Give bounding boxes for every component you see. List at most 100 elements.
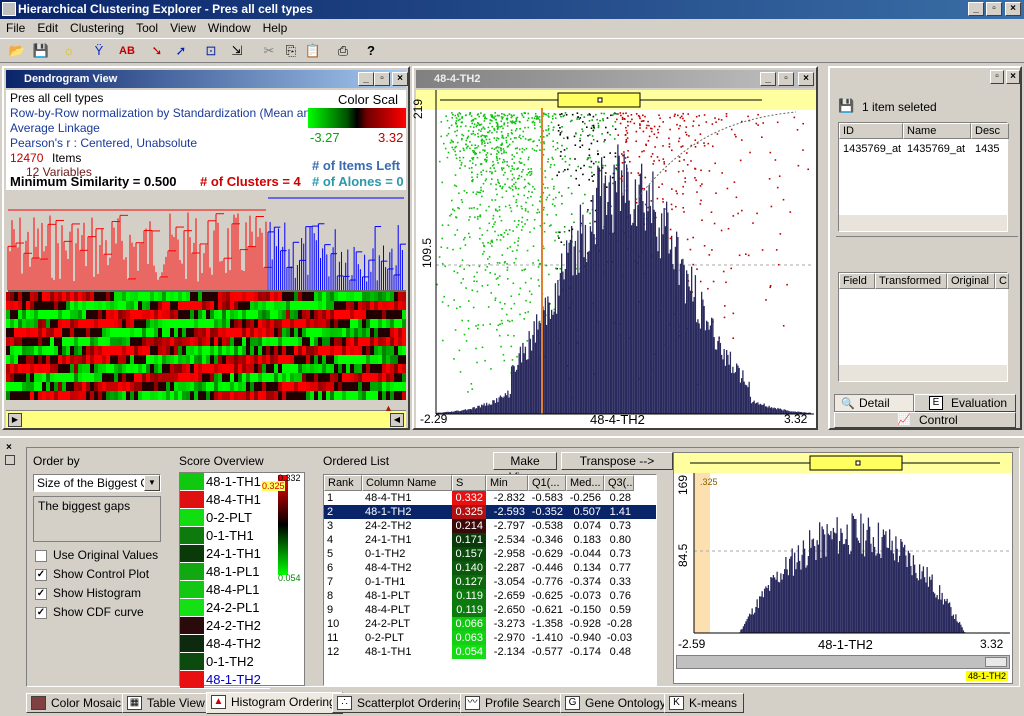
score-item[interactable]: 48-1-PL1: [180, 563, 270, 581]
ordered-row[interactable]: 3 24-2-TH2 0.214 -2.797 -0.538 0.074 0.73: [324, 519, 656, 533]
show-cdf-checkbox[interactable]: ✓: [35, 606, 47, 619]
menu-window[interactable]: Window: [202, 21, 257, 35]
maximize-button[interactable]: ▫: [986, 2, 1002, 16]
score-item[interactable]: 48-1-TH2: [180, 671, 270, 689]
bottom-restore-icon[interactable]: [5, 455, 15, 465]
tab-scatterplot-ordering[interactable]: ∴ Scatterplot Ordering: [332, 693, 472, 713]
score-item[interactable]: 0-2-PLT: [180, 509, 270, 527]
detail-restore-button[interactable]: ▫: [990, 70, 1004, 84]
col-field[interactable]: Field: [839, 273, 875, 289]
make-views-button[interactable]: Make Views: [493, 452, 557, 484]
scroll-right-button[interactable]: ◀: [390, 413, 404, 427]
tab-color-mosaic[interactable]: Color Mosaic: [26, 693, 129, 713]
dendro-close-button[interactable]: ×: [392, 72, 408, 86]
show-cdf-option[interactable]: ✓ Show CDF curve: [35, 605, 144, 619]
print-icon[interactable]: ⎙: [332, 41, 354, 61]
ordered-row[interactable]: 2 48-1-TH2 0.325 -2.593 -0.352 0.507 1.41: [324, 505, 656, 519]
score-item[interactable]: 0-1-TH1: [180, 527, 270, 545]
bhist-slider[interactable]: [676, 655, 1010, 669]
ordered-col-header[interactable]: Q3(...: [604, 475, 634, 491]
histo-close-button[interactable]: ×: [798, 72, 814, 86]
dendrogram-icon[interactable]: Ϋ: [88, 41, 110, 61]
menu-help[interactable]: Help: [257, 21, 294, 35]
dendro-scrollbar[interactable]: ▶ ◀ ▲: [6, 403, 406, 428]
minimize-button[interactable]: _: [968, 2, 984, 16]
scroll-left-button[interactable]: ▶: [8, 413, 22, 427]
ordered-col-header[interactable]: Med...: [566, 475, 604, 491]
menu-view[interactable]: View: [164, 21, 202, 35]
dendro-maximize-button[interactable]: ▫: [374, 72, 390, 86]
score-overview[interactable]: 48-1-TH1 48-4-TH1 0-2-PLT 0-1-TH1 24-1-TH1 48…: [179, 472, 305, 689]
detail-table[interactable]: ID Name Desc 1435769_at 1435769_at 1435: [838, 122, 1009, 232]
col-id[interactable]: ID: [839, 123, 903, 139]
show-control-plot-option[interactable]: ✓ Show Control Plot: [35, 567, 149, 581]
ordered-row[interactable]: 10 24-2-PLT 0.066 -3.273 -1.358 -0.928 -0.28: [324, 617, 656, 631]
use-original-values-option[interactable]: Use Original Values: [35, 548, 158, 562]
tab-control[interactable]: 📈 Control: [834, 412, 1016, 428]
show-control-plot-checkbox[interactable]: ✓: [35, 568, 47, 581]
chevron-down-icon[interactable]: ▼: [144, 475, 160, 491]
ordered-histogram[interactable]: 169 84.5 .325 -2.59 48-1-TH2 3.32 48-1-T…: [673, 452, 1013, 684]
ordered-list-table[interactable]: Rank Column Name S Min Q1(... Med... Q3(... 1 48…: [323, 474, 657, 686]
abc-icon[interactable]: AB: [116, 41, 138, 61]
detail-id-cell[interactable]: 1435769_at: [843, 143, 901, 155]
arrow-red-icon[interactable]: ➘: [146, 41, 168, 61]
order-by-select[interactable]: Size of the Biggest Ga ▼: [33, 474, 161, 492]
detail-hscroll[interactable]: [839, 215, 1007, 231]
ordered-row[interactable]: 12 48-1-TH1 0.054 -2.134 -0.577 -0.174 0.48: [324, 645, 656, 659]
tab-evaluation[interactable]: E Evaluation: [914, 394, 1016, 412]
menu-file[interactable]: File: [0, 21, 31, 35]
score-item[interactable]: 24-1-TH1: [180, 545, 270, 563]
ordered-col-header[interactable]: S: [452, 475, 486, 491]
save-selection-icon[interactable]: 💾: [838, 98, 854, 114]
score-item[interactable]: 48-4-PL1: [180, 581, 270, 599]
field-hscroll[interactable]: [839, 365, 1007, 381]
tab-histogram-ordering[interactable]: ▲ Histogram Ordering: [206, 692, 343, 714]
show-histogram-checkbox[interactable]: ✓: [35, 587, 47, 600]
close-button[interactable]: ×: [1005, 2, 1021, 16]
score-item[interactable]: 48-1-TH1: [180, 473, 270, 491]
arrow-blue-icon[interactable]: ➚: [170, 41, 192, 61]
ordered-col-header[interactable]: Column Name: [362, 475, 452, 491]
ordered-row[interactable]: 6 48-4-TH2 0.140 -2.287 -0.446 0.134 0.77: [324, 561, 656, 575]
bhist-slider-thumb[interactable]: [985, 657, 1007, 667]
ordered-histogram-chart[interactable]: [674, 453, 1012, 653]
field-table[interactable]: Field Transformed Original C: [838, 272, 1009, 382]
tab-table-view[interactable]: ▦ Table View: [122, 693, 212, 713]
ordered-col-header[interactable]: Min: [486, 475, 528, 491]
ordered-row[interactable]: 5 0-1-TH2 0.157 -2.958 -0.629 -0.044 0.73: [324, 547, 656, 561]
tab-kmeans[interactable]: K K-means: [664, 693, 745, 713]
col-transformed[interactable]: Transformed: [875, 273, 947, 289]
detail-close-button[interactable]: ×: [1006, 70, 1020, 84]
tab-profile-search[interactable]: 〰 Profile Search: [460, 693, 568, 713]
tab-gene-ontology[interactable]: G Gene Ontology: [560, 693, 673, 713]
select-icon[interactable]: ⇲: [226, 41, 248, 61]
open-icon[interactable]: 📂: [6, 41, 28, 61]
min-similarity[interactable]: Minimum Similarity = 0.500: [10, 174, 177, 189]
col-desc[interactable]: Desc: [971, 123, 1009, 139]
detail-name-cell[interactable]: 1435769_at: [907, 143, 965, 155]
splitter[interactable]: [836, 236, 1018, 244]
ordered-col-header[interactable]: Rank: [324, 475, 362, 491]
menu-tool[interactable]: Tool: [130, 21, 164, 35]
transpose-button[interactable]: Transpose -->: [561, 452, 673, 470]
col-name[interactable]: Name: [903, 123, 971, 139]
dendro-minimize-button[interactable]: _: [358, 72, 374, 86]
copy-icon[interactable]: ⎘: [280, 41, 302, 61]
col-c[interactable]: C: [995, 273, 1009, 289]
tab-detail[interactable]: 🔍 Detail: [834, 394, 914, 412]
histo-maximize-button[interactable]: ▫: [778, 72, 794, 86]
fit-view-icon[interactable]: ⊡: [200, 41, 222, 61]
score-item[interactable]: 48-4-TH2: [180, 635, 270, 653]
score-item[interactable]: 24-2-PL1: [180, 599, 270, 617]
dendrogram-heatmap[interactable]: [6, 192, 406, 412]
ordered-col-header[interactable]: Q1(...: [528, 475, 566, 491]
ordered-row[interactable]: 1 48-4-TH1 0.332 -2.832 -0.583 -0.256 0.28: [324, 491, 656, 505]
ordered-row[interactable]: 8 48-1-PLT 0.119 -2.659 -0.625 -0.073 0.76: [324, 589, 656, 603]
show-histogram-option[interactable]: ✓ Show Histogram: [35, 586, 141, 600]
use-original-values-checkbox[interactable]: [35, 549, 47, 562]
menu-clustering[interactable]: Clustering: [64, 21, 130, 35]
score-item[interactable]: 24-2-TH2: [180, 617, 270, 635]
ordered-row[interactable]: 4 24-1-TH1 0.171 -2.534 -0.346 0.183 0.80: [324, 533, 656, 547]
help-icon[interactable]: ?: [360, 41, 382, 61]
